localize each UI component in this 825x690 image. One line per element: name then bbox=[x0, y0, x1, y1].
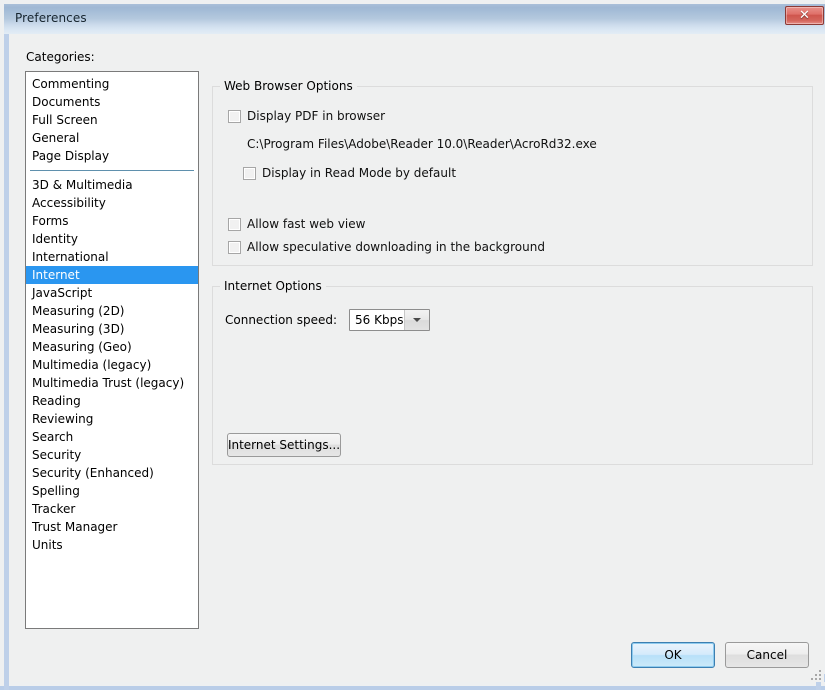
sidebar-item-security[interactable]: Security bbox=[26, 446, 198, 464]
dialog-client-area: Categories: Commenting Documents Full Scre… bbox=[9, 34, 824, 682]
sidebar-item-tracker[interactable]: Tracker bbox=[26, 500, 198, 518]
allow-fast-web-view-checkbox[interactable] bbox=[228, 217, 241, 231]
allow-speculative-downloading-checkbox[interactable] bbox=[228, 240, 241, 254]
display-pdf-in-browser-label: Display PDF in browser bbox=[247, 109, 386, 123]
display-read-mode-row[interactable]: Display in Read Mode by default bbox=[243, 166, 456, 180]
sidebar-item-accessibility[interactable]: Accessibility bbox=[26, 194, 198, 212]
sidebar-item-general[interactable]: General bbox=[26, 129, 198, 147]
connection-speed-value: 56 Kbps bbox=[355, 313, 404, 327]
allow-fast-web-view-row[interactable]: Allow fast web view bbox=[228, 217, 365, 231]
chevron-down-icon[interactable] bbox=[404, 310, 430, 330]
sidebar-item-security-enhanced[interactable]: Security (Enhanced) bbox=[26, 464, 198, 482]
connection-speed-label: Connection speed: bbox=[225, 313, 338, 327]
reader-executable-path: C:\Program Files\Adobe\Reader 10.0\Reade… bbox=[247, 137, 597, 151]
ok-button[interactable]: OK bbox=[631, 642, 715, 668]
web-browser-options-group: Web Browser Options Display PDF in brows… bbox=[212, 79, 813, 266]
display-read-mode-checkbox[interactable] bbox=[243, 166, 256, 180]
sidebar-item-commenting[interactable]: Commenting bbox=[26, 75, 198, 93]
window-title: Preferences bbox=[15, 11, 87, 25]
sidebar-item-multimedia-legacy[interactable]: Multimedia (legacy) bbox=[26, 356, 198, 374]
internet-options-title: Internet Options bbox=[220, 279, 326, 293]
sidebar-item-identity[interactable]: Identity bbox=[26, 230, 198, 248]
close-button[interactable]: ✕ bbox=[785, 6, 824, 25]
display-pdf-in-browser-row[interactable]: Display PDF in browser bbox=[228, 109, 385, 123]
internet-settings-button[interactable]: Internet Settings... bbox=[227, 433, 341, 457]
sidebar-item-javascript[interactable]: JavaScript bbox=[26, 284, 198, 302]
sidebar-item-documents[interactable]: Documents bbox=[26, 93, 198, 111]
sidebar-item-forms[interactable]: Forms bbox=[26, 212, 198, 230]
allow-fast-web-view-label: Allow fast web view bbox=[247, 217, 366, 231]
sidebar-item-international[interactable]: International bbox=[26, 248, 198, 266]
sidebar-item-reading[interactable]: Reading bbox=[26, 392, 198, 410]
allow-speculative-downloading-label: Allow speculative downloading in the bac… bbox=[247, 240, 545, 254]
sidebar-item-trust-manager[interactable]: Trust Manager bbox=[26, 518, 198, 536]
sidebar-item-units[interactable]: Units bbox=[26, 536, 198, 554]
preferences-dialog: Preferences ✕ Categories: Commenting Docu… bbox=[0, 0, 825, 690]
title-bar[interactable]: Preferences ✕ bbox=[4, 4, 825, 34]
sidebar-item-spelling[interactable]: Spelling bbox=[26, 482, 198, 500]
sidebar-item-3d-multimedia[interactable]: 3D & Multimedia bbox=[26, 176, 198, 194]
sidebar-item-page-display[interactable]: Page Display bbox=[26, 147, 198, 165]
internet-options-group: Internet Options Connection speed: 56 Kb… bbox=[212, 279, 813, 465]
sidebar-item-internet[interactable]: Internet bbox=[26, 266, 198, 284]
sidebar-item-measuring-geo[interactable]: Measuring (Geo) bbox=[26, 338, 198, 356]
categories-label: Categories: bbox=[26, 50, 95, 64]
category-listbox[interactable]: Commenting Documents Full Screen General Pag… bbox=[25, 71, 199, 629]
sidebar-item-measuring-2d[interactable]: Measuring (2D) bbox=[26, 302, 198, 320]
sidebar-item-search[interactable]: Search bbox=[26, 428, 198, 446]
allow-speculative-downloading-row[interactable]: Allow speculative downloading in the bac… bbox=[228, 240, 545, 254]
display-read-mode-label: Display in Read Mode by default bbox=[262, 166, 457, 180]
close-icon: ✕ bbox=[799, 8, 810, 23]
web-browser-options-title: Web Browser Options bbox=[220, 79, 357, 93]
sidebar-item-reviewing[interactable]: Reviewing bbox=[26, 410, 198, 428]
resize-grip[interactable] bbox=[809, 668, 821, 680]
connection-speed-row: Connection speed: 56 Kbps bbox=[225, 309, 431, 331]
sidebar-item-full-screen[interactable]: Full Screen bbox=[26, 111, 198, 129]
connection-speed-dropdown[interactable]: 56 Kbps bbox=[349, 309, 431, 331]
cancel-button[interactable]: Cancel bbox=[725, 642, 809, 668]
category-separator bbox=[26, 165, 198, 176]
display-pdf-in-browser-checkbox[interactable] bbox=[228, 109, 241, 123]
sidebar-item-multimedia-trust-legacy[interactable]: Multimedia Trust (legacy) bbox=[26, 374, 198, 392]
sidebar-item-measuring-3d[interactable]: Measuring (3D) bbox=[26, 320, 198, 338]
